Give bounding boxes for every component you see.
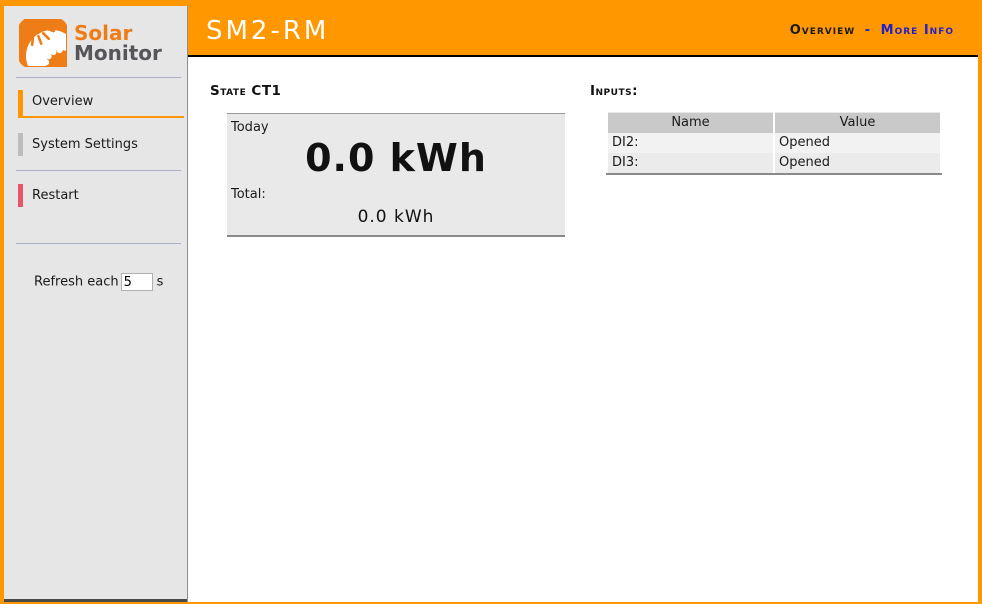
state-ct1-panel: Today 0.0 kWh Total: 0.0 kWh	[227, 113, 565, 237]
inputs-column-name: Name	[608, 112, 773, 133]
page-frame: Solar Monitor Overview System Settings R…	[4, 6, 978, 602]
state-ct1-heading: State CT1	[210, 83, 556, 99]
sidebar-item-overview-label: Overview	[32, 94, 93, 109]
refresh-interval-label: Refresh each	[34, 275, 119, 290]
total-label: Total:	[231, 187, 561, 202]
sidebar-divider	[16, 170, 181, 171]
sidebar-item-system-settings-label: System Settings	[32, 137, 138, 152]
sidebar: Solar Monitor Overview System Settings R…	[4, 6, 187, 602]
sidebar-item-restart-label: Restart	[32, 188, 79, 203]
inputs-table: Name Value DI2: Opened DI3: Opened	[606, 112, 942, 175]
sidebar-item-system-settings[interactable]: System Settings	[18, 133, 184, 156]
input-name: DI2:	[608, 133, 773, 153]
nav-separator: -	[865, 23, 871, 38]
sidebar-divider	[16, 243, 181, 244]
top-header: SM2-RM Overview - More Info	[188, 6, 978, 57]
inputs-column-value: Value	[775, 112, 940, 133]
nav-link-overview[interactable]: Overview	[790, 23, 855, 38]
inputs-heading: Inputs:	[590, 83, 942, 99]
solar-monitor-logo: Solar Monitor	[4, 6, 187, 77]
input-value: Opened	[775, 133, 940, 153]
header-nav: Overview - More Info	[790, 23, 954, 38]
main-area: SM2-RM Overview - More Info State CT1 To…	[187, 6, 978, 602]
today-label: Today	[231, 120, 561, 135]
table-row: DI3: Opened	[608, 153, 940, 173]
input-name: DI3:	[608, 153, 773, 173]
table-row: DI2: Opened	[608, 133, 940, 153]
device-title: SM2-RM	[206, 16, 329, 46]
refresh-interval-row: Refresh each s	[34, 273, 187, 291]
inputs-table-header-row: Name Value	[608, 112, 940, 133]
state-ct1-section: State CT1 Today 0.0 kWh Total: 0.0 kWh	[210, 83, 556, 237]
logo-wordmark: Solar Monitor	[74, 23, 162, 63]
sidebar-item-restart[interactable]: Restart	[18, 184, 184, 207]
sidebar-item-overview[interactable]: Overview	[18, 90, 184, 118]
input-value: Opened	[775, 153, 940, 173]
today-energy-value: 0.0 kWh	[231, 136, 561, 180]
nav-link-more-info[interactable]: More Info	[881, 23, 954, 38]
sidebar-divider	[16, 77, 181, 78]
total-energy-value: 0.0 kWh	[231, 207, 561, 227]
sun-gear-logo-icon	[19, 19, 67, 67]
logo-text-monitor: Monitor	[74, 43, 162, 63]
inputs-section: Inputs: Name Value DI2: Opened	[590, 83, 942, 175]
refresh-interval-input[interactable]	[121, 273, 153, 291]
content-area: State CT1 Today 0.0 kWh Total: 0.0 kWh I…	[188, 57, 978, 602]
refresh-interval-unit: s	[157, 275, 164, 290]
logo-text-solar: Solar	[74, 23, 162, 43]
